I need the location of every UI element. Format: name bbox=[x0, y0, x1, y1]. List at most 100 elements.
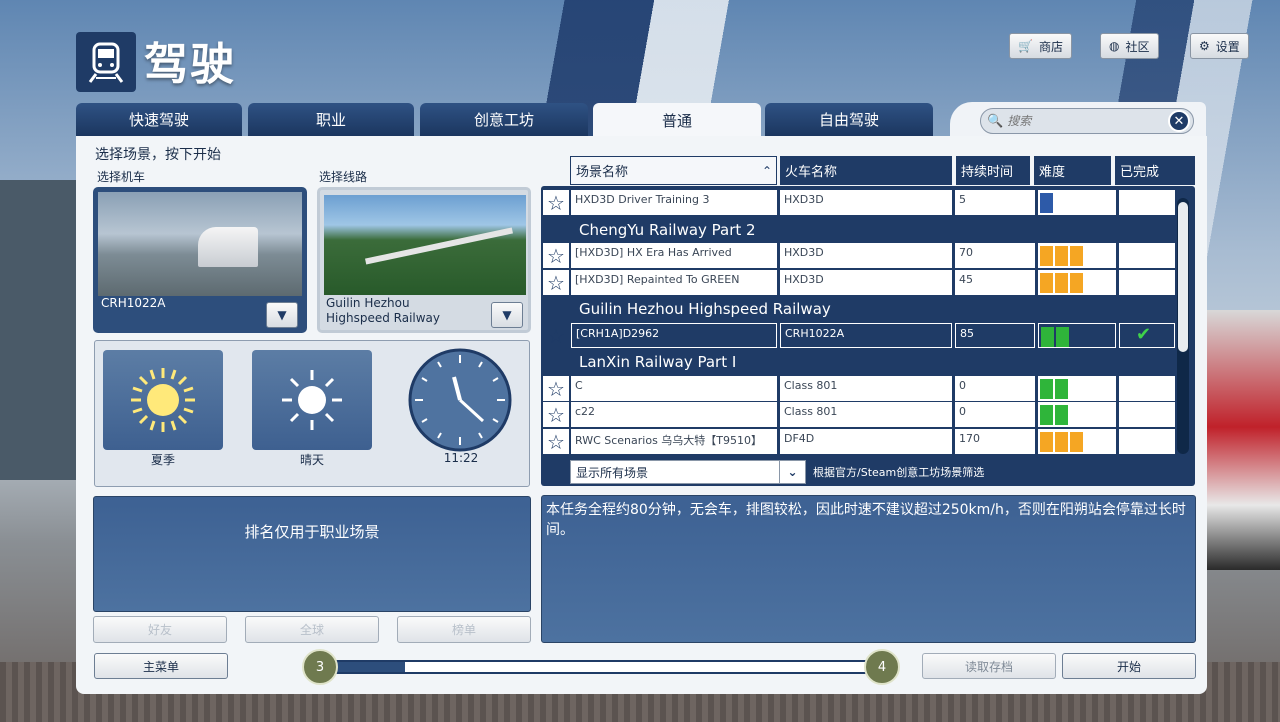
table-row[interactable]: ☆ [HXD3D] HX Era Has Arrived HXD3D 70 bbox=[543, 243, 1175, 269]
favorite-star-icon[interactable]: ☆ bbox=[543, 243, 569, 268]
clear-search-icon[interactable]: ✕ bbox=[1168, 110, 1190, 132]
time-button[interactable] bbox=[407, 347, 513, 453]
community-label: 社区 bbox=[1125, 39, 1150, 54]
funnel-icon: ▼ bbox=[277, 308, 287, 322]
difficulty-bar bbox=[1040, 405, 1053, 425]
train-logo-icon bbox=[76, 32, 136, 92]
difficulty-bar bbox=[1055, 379, 1068, 399]
route-name-line1: Guilin Hezhou bbox=[326, 296, 410, 310]
community-button[interactable]: ◍ 社区 bbox=[1100, 33, 1159, 59]
favorite-star-icon[interactable]: ☆ bbox=[543, 429, 569, 454]
store-label: 商店 bbox=[1038, 39, 1063, 54]
weather-label: 晴天 bbox=[299, 453, 324, 467]
train-cell: HXD3D bbox=[780, 270, 952, 295]
completed-cell bbox=[1119, 376, 1175, 401]
favorite-star-icon[interactable]: ☆ bbox=[543, 402, 569, 427]
settings-button[interactable]: ⚙ 设置 bbox=[1190, 33, 1249, 59]
favorite-star-icon[interactable]: ☆ bbox=[543, 190, 569, 215]
difficulty-bar bbox=[1056, 327, 1069, 347]
loco-filter-button[interactable]: ▼ bbox=[266, 302, 298, 328]
time-label: 11:22 bbox=[443, 451, 479, 465]
tab-free-roam[interactable]: 自由驾驶 bbox=[765, 103, 933, 136]
difficulty-bar bbox=[1070, 246, 1083, 266]
difficulty-bar bbox=[1040, 379, 1053, 399]
column-header-completed[interactable]: 已完成 bbox=[1115, 156, 1195, 185]
difficulty-cell bbox=[1038, 376, 1116, 401]
weather-button[interactable] bbox=[252, 350, 372, 450]
main-menu-button[interactable]: 主菜单 bbox=[94, 653, 228, 679]
loco-image bbox=[98, 192, 302, 296]
name-cell: [HXD3D] Repainted To GREEN bbox=[571, 270, 777, 295]
column-header-duration[interactable]: 持续时间 bbox=[956, 156, 1030, 185]
column-header-difficulty[interactable]: 难度 bbox=[1034, 156, 1111, 185]
completed-cell bbox=[1119, 429, 1175, 454]
favorite-star-icon[interactable]: ☆ bbox=[543, 376, 569, 401]
summer-sun-icon bbox=[131, 368, 195, 432]
search-input[interactable] bbox=[1007, 114, 1158, 128]
train-cell: Class 801 bbox=[780, 402, 952, 427]
column-header-scenario[interactable]: 场景名称 ⌃ bbox=[570, 156, 777, 185]
table-row[interactable]: ☆ [HXD3D] Repainted To GREEN HXD3D 45 bbox=[543, 270, 1175, 296]
tab-quick-drive[interactable]: 快速驾驶 bbox=[76, 103, 242, 136]
table-row[interactable]: ☆ C Class 801 0 bbox=[543, 376, 1175, 402]
difficulty-cell bbox=[1038, 270, 1116, 295]
duration-cell: 5 bbox=[955, 190, 1035, 215]
completed-cell bbox=[1119, 243, 1175, 268]
search-icon: 🔍 bbox=[987, 113, 1004, 129]
scenario-description: 本任务全程约80分钟，无会车，排图较松，因此时速不建议超过250km/h，否则在… bbox=[541, 495, 1196, 643]
difficulty-cell bbox=[1038, 243, 1116, 268]
loco-card[interactable]: CRH1022A ▼ bbox=[93, 187, 307, 333]
sort-asc-icon: ⌃ bbox=[761, 163, 772, 178]
scrollbar-thumb[interactable] bbox=[1178, 202, 1188, 352]
leaderboard-message: 排名仅用于职业场景 bbox=[244, 523, 380, 541]
loco-label: 选择机车 bbox=[97, 170, 146, 184]
season-label: 夏季 bbox=[150, 453, 175, 467]
difficulty-cell bbox=[1038, 402, 1116, 427]
table-row[interactable]: ☆ HXD3D Driver Training 3 HXD3D 5 bbox=[543, 190, 1175, 216]
tab-standard[interactable]: 普通 bbox=[593, 103, 761, 137]
page-progress-bar bbox=[320, 660, 880, 674]
train-cell: CRH1022A bbox=[780, 323, 952, 348]
tab-workshop[interactable]: 创意工坊 bbox=[420, 103, 588, 136]
name-cell: [CRH1A]D2962 bbox=[571, 323, 777, 348]
scenario-filter-select[interactable]: 显示所有场景 ⌄ bbox=[570, 460, 806, 484]
difficulty-cell bbox=[1038, 190, 1116, 215]
route-filter-button[interactable]: ▼ bbox=[491, 302, 523, 328]
duration-cell: 85 bbox=[955, 323, 1035, 348]
table-row[interactable]: ☆ RWC Scenarios 乌乌大特【T9510】 DF4D 170 bbox=[543, 429, 1175, 455]
route-label: 选择线路 bbox=[319, 170, 368, 184]
duration-cell: 45 bbox=[955, 270, 1035, 295]
season-button[interactable] bbox=[103, 350, 223, 450]
train-cell: Class 801 bbox=[780, 376, 952, 401]
load-save-button[interactable]: 读取存档 bbox=[922, 653, 1056, 679]
difficulty-bar bbox=[1040, 273, 1053, 293]
start-button[interactable]: 开始 bbox=[1062, 653, 1196, 679]
route-card[interactable]: Guilin Hezhou Highspeed Railway ▼ bbox=[317, 187, 531, 333]
train-cell: DF4D bbox=[780, 429, 952, 454]
favorite-star-icon[interactable]: ☆ bbox=[543, 270, 569, 295]
difficulty-bar bbox=[1040, 432, 1053, 452]
store-button[interactable]: 🛒 商店 bbox=[1009, 33, 1072, 59]
scenario-table: ☆ HXD3D Driver Training 3 HXD3D 5 ChengYu Ra… bbox=[541, 186, 1195, 486]
favorite-star-icon[interactable]: ☆ bbox=[543, 323, 569, 348]
name-cell: [HXD3D] HX Era Has Arrived bbox=[571, 243, 777, 268]
completed-cell bbox=[1119, 402, 1175, 427]
difficulty-bar bbox=[1070, 273, 1083, 293]
funnel-icon: ▼ bbox=[502, 308, 512, 322]
table-scrollbar[interactable] bbox=[1177, 198, 1189, 454]
checkmark-icon: ✔ bbox=[1136, 324, 1152, 345]
difficulty-bar bbox=[1055, 432, 1068, 452]
gear-icon: ⚙ bbox=[1199, 39, 1210, 53]
difficulty-bar bbox=[1040, 246, 1053, 266]
table-row[interactable]: ☆ c22 Class 801 0 bbox=[543, 402, 1175, 428]
table-row[interactable]: ☆ [CRH1A]D2962 CRH1022A 85 ✔ bbox=[543, 323, 1175, 349]
tab-career[interactable]: 职业 bbox=[248, 103, 414, 136]
rank-button[interactable]: 榜单 bbox=[397, 616, 531, 643]
friends-button[interactable]: 好友 bbox=[93, 616, 227, 643]
chevron-down-icon: ⌄ bbox=[779, 461, 805, 483]
global-button[interactable]: 全球 bbox=[245, 616, 379, 643]
search-box: 🔍 ✕ bbox=[980, 108, 1194, 134]
route-image bbox=[324, 195, 526, 295]
column-header-train[interactable]: 火车名称 bbox=[780, 156, 952, 185]
difficulty-cell bbox=[1038, 323, 1116, 348]
